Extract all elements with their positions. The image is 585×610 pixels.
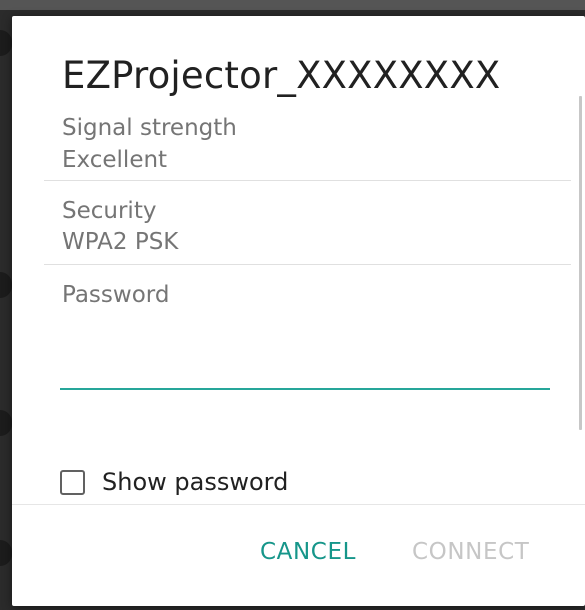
dialog-title: EZProjector_XXXXXXXX [62,54,501,97]
button-bar-divider [12,504,585,505]
password-label: Password [62,282,170,308]
scrollbar-thumb[interactable] [579,96,582,430]
dialog-scrollbar[interactable] [579,96,585,430]
signal-strength-label: Signal strength [62,115,237,141]
background-edge-mark [0,410,12,436]
show-password-label[interactable]: Show password [102,468,288,496]
background-edge-mark [0,272,12,298]
background-edge-mark [0,30,12,56]
signal-strength-value: Excellent [62,147,168,173]
section-divider [44,264,571,265]
background-edge-mark [0,540,12,566]
cancel-button[interactable]: CANCEL [260,539,356,565]
security-value: WPA2 PSK [62,229,179,255]
show-password-toggle[interactable]: Show password [60,466,288,498]
password-input[interactable] [60,356,554,392]
security-label: Security [62,198,157,224]
wifi-connect-dialog: EZProjector_XXXXXXXX Signal strength Exc… [12,16,585,606]
background-top-strip [0,0,585,10]
section-divider [44,180,571,181]
password-input-underline [60,388,550,390]
connect-button[interactable]: CONNECT [412,539,529,565]
show-password-checkbox[interactable] [60,469,85,495]
